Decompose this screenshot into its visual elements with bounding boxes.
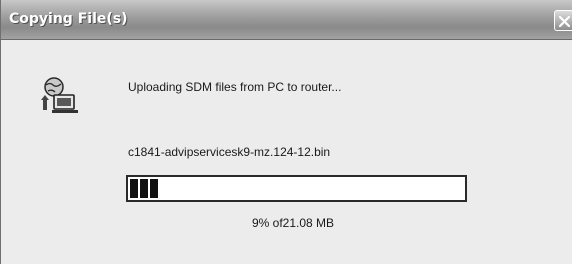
progress-segment [140,179,148,198]
progress-bar [126,175,467,202]
close-button[interactable] [554,10,572,31]
progress-fill [130,179,158,198]
status-message: Uploading SDM files from PC to router... [128,80,342,94]
progress-text: 9% of21.08 MB [252,216,335,230]
file-name: c1841-advipservicesk9-mz.124-12.bin [128,145,331,159]
copying-dialog: Copying File(s) Uploading SDM files from… [0,0,572,264]
window-title: Copying File(s) [9,11,128,27]
progress-segment [150,179,158,198]
computer-transfer-icon [39,76,85,119]
progress-segment [130,179,138,198]
close-icon [558,15,571,28]
title-bar[interactable]: Copying File(s) [1,0,572,40]
